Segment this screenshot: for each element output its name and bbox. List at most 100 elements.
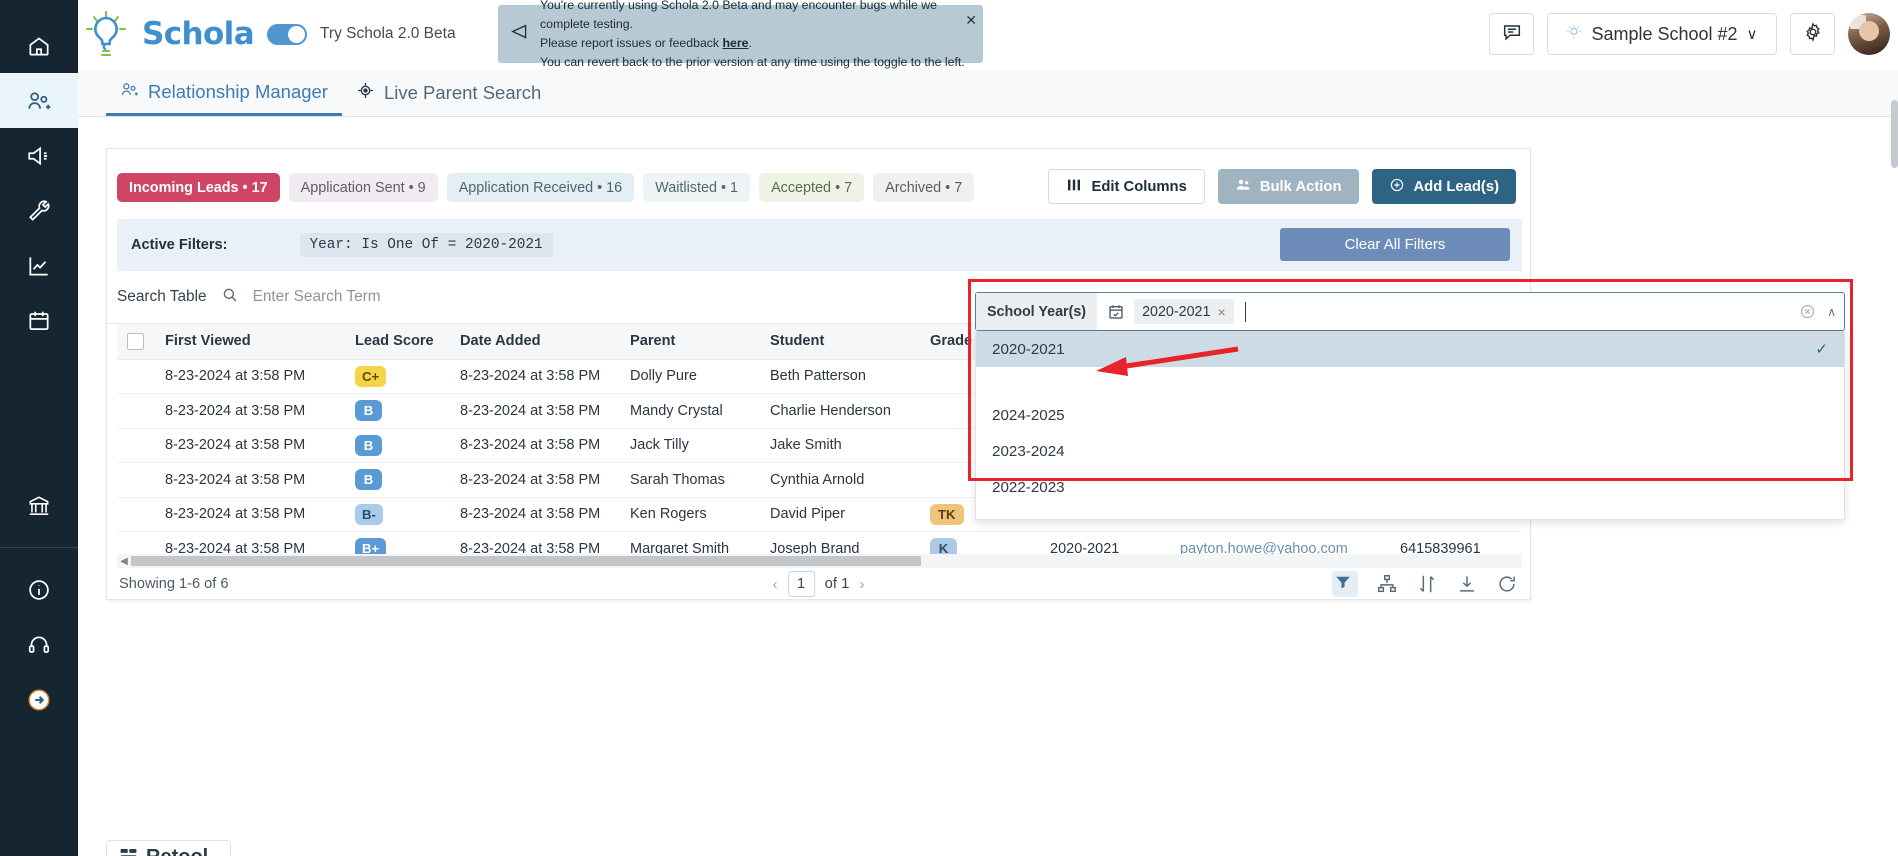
remove-tag-icon[interactable]: ×: [1217, 304, 1225, 320]
edit-columns-button[interactable]: Edit Columns: [1048, 169, 1205, 204]
sidebar-item-support[interactable]: [0, 617, 78, 672]
school-name-label: Sample School #2: [1591, 23, 1738, 44]
chat-button[interactable]: [1489, 13, 1534, 55]
text-cursor: [1244, 301, 1247, 322]
card-action-row: Edit Columns Bulk Action Add Lead(s): [1048, 169, 1516, 204]
column-header-lead-score[interactable]: Lead Score: [345, 324, 450, 360]
sidebar-item-info[interactable]: [0, 562, 78, 617]
column-header-date-added[interactable]: Date Added: [450, 324, 620, 360]
cell-parent: Ken Rogers: [620, 497, 760, 532]
bulk-action-button[interactable]: Bulk Action: [1217, 169, 1359, 204]
chart-line-icon: [26, 253, 52, 279]
sidebar-item-calendar[interactable]: [0, 293, 78, 348]
sidebar-item-collapse[interactable]: [0, 672, 78, 727]
chip-archived[interactable]: Archived • 7: [873, 173, 975, 202]
sidebar-item-tools[interactable]: [0, 183, 78, 238]
prev-page-button[interactable]: ‹: [773, 576, 778, 593]
chip-accepted[interactable]: Accepted • 7: [759, 173, 865, 202]
row-select-cell: [117, 359, 155, 394]
sidebar-item-school[interactable]: [0, 478, 78, 533]
next-page-button[interactable]: ›: [859, 576, 864, 593]
cell-email: payton.howe@yahoo.com: [1170, 531, 1390, 554]
download-icon[interactable]: [1456, 573, 1478, 595]
megaphone-icon: [26, 143, 52, 169]
group-icon[interactable]: [1376, 573, 1398, 595]
close-icon[interactable]: ✕: [965, 13, 977, 27]
option-2024-2025[interactable]: 2024-2025: [976, 397, 1844, 433]
cell-lead-score: B: [345, 462, 450, 498]
row-select-cell: [117, 497, 155, 532]
filter-icon[interactable]: [1332, 571, 1358, 597]
grade-badge: TK: [930, 503, 964, 525]
scrollbar-thumb[interactable]: [131, 556, 921, 566]
retool-badge[interactable]: Retool: [106, 840, 231, 856]
chip-application-sent[interactable]: Application Sent • 9: [288, 173, 438, 202]
active-filter-pill[interactable]: Year: Is One Of = 2020-2021: [299, 233, 553, 257]
column-header-parent[interactable]: Parent: [620, 324, 760, 360]
table-row[interactable]: 8-23-2024 at 3:58 PM B+ 8-23-2024 at 3:5…: [117, 531, 1522, 554]
school-year-input[interactable]: School Year(s) 2020-2021 × ∧: [975, 292, 1845, 331]
showing-count-label: Showing 1-6 of 6: [119, 576, 229, 592]
page-number-input[interactable]: 1: [787, 571, 815, 597]
cell-student: David Piper: [760, 497, 920, 532]
add-leads-button[interactable]: Add Lead(s): [1371, 169, 1516, 204]
button-label: Edit Columns: [1091, 178, 1187, 195]
option-2020-2021[interactable]: 2020-2021 ✓: [976, 331, 1844, 367]
lead-score-badge: B: [355, 469, 382, 491]
chip-incoming-leads[interactable]: Incoming Leads • 17: [117, 173, 280, 202]
chip-label: Accepted: [771, 179, 832, 196]
sidebar-item-leads[interactable]: [0, 73, 78, 128]
chevron-up-icon[interactable]: ∧: [1827, 305, 1836, 319]
cell-student: Joseph Brand: [760, 531, 920, 554]
tab-relationship-manager[interactable]: Relationship Manager: [106, 70, 342, 116]
banner-text-block: You're currently using Schola 2.0 Beta a…: [540, 0, 975, 72]
beta-toggle-switch[interactable]: [267, 23, 308, 45]
calendar-icon: [26, 308, 52, 334]
chip-label: Application Received: [458, 179, 594, 196]
top-bar-right-controls: Sample School #2 ∨: [1489, 13, 1890, 55]
chip-application-received[interactable]: Application Received • 16: [446, 173, 635, 202]
column-header-student[interactable]: Student: [760, 324, 920, 360]
clear-circle-icon[interactable]: [1799, 303, 1816, 320]
option-label: 2020-2021: [992, 340, 1065, 358]
chip-waitlisted[interactable]: Waitlisted • 1: [643, 173, 751, 202]
sidebar-item-marketing[interactable]: [0, 128, 78, 183]
school-selector[interactable]: Sample School #2 ∨: [1547, 13, 1777, 55]
cell-student: Cynthia Arnold: [760, 462, 920, 498]
selected-year-tag[interactable]: 2020-2021 ×: [1134, 299, 1234, 324]
option-2023-2024[interactable]: 2023-2024: [976, 433, 1844, 469]
horizontal-scrollbar[interactable]: ◀: [117, 554, 1522, 568]
banner-feedback-link[interactable]: here: [723, 36, 749, 50]
cell-first-viewed: 8-23-2024 at 3:58 PM: [155, 393, 345, 429]
dropdown-right-controls: ∧: [1799, 303, 1836, 320]
sort-icon[interactable]: [1416, 573, 1438, 595]
option-list-bottom-pad: [976, 505, 1844, 519]
home-icon: [26, 33, 52, 59]
sidebar-item-analytics[interactable]: [0, 238, 78, 293]
email-link[interactable]: payton.howe@yahoo.com: [1180, 541, 1348, 554]
banner-line-2: Please report issues or feedback here.: [540, 34, 975, 53]
search-input[interactable]: [252, 288, 673, 306]
settings-button[interactable]: [1790, 13, 1835, 55]
cell-school-year: 2020-2021: [1040, 531, 1170, 554]
lightbulb-logo-icon: [83, 10, 129, 58]
column-header-first-viewed[interactable]: First Viewed: [155, 324, 345, 360]
cell-first-viewed: 8-23-2024 at 3:58 PM: [155, 531, 345, 554]
avatar[interactable]: [1848, 13, 1890, 55]
select-all-checkbox[interactable]: [127, 332, 144, 350]
chip-label: Incoming Leads: [129, 179, 239, 196]
scroll-left-arrow[interactable]: ◀: [117, 556, 131, 567]
cell-parent: Mandy Crystal: [620, 393, 760, 429]
cell-student: Charlie Henderson: [760, 393, 920, 429]
refresh-icon[interactable]: [1496, 573, 1518, 595]
option-2022-2023[interactable]: 2022-2023: [976, 469, 1844, 505]
cell-lead-score: B: [345, 428, 450, 463]
page-scrollbar[interactable]: [1891, 100, 1898, 168]
select-all-cell: [117, 324, 155, 360]
tab-live-parent-search[interactable]: Live Parent Search: [342, 70, 555, 116]
clear-all-filters-button[interactable]: Clear All Filters: [1280, 228, 1510, 261]
search-table-label: Search Table: [117, 288, 207, 305]
option-label: 2024-2025: [992, 406, 1065, 424]
chip-label: Application Sent: [300, 179, 405, 196]
sidebar-item-home[interactable]: [0, 18, 78, 73]
